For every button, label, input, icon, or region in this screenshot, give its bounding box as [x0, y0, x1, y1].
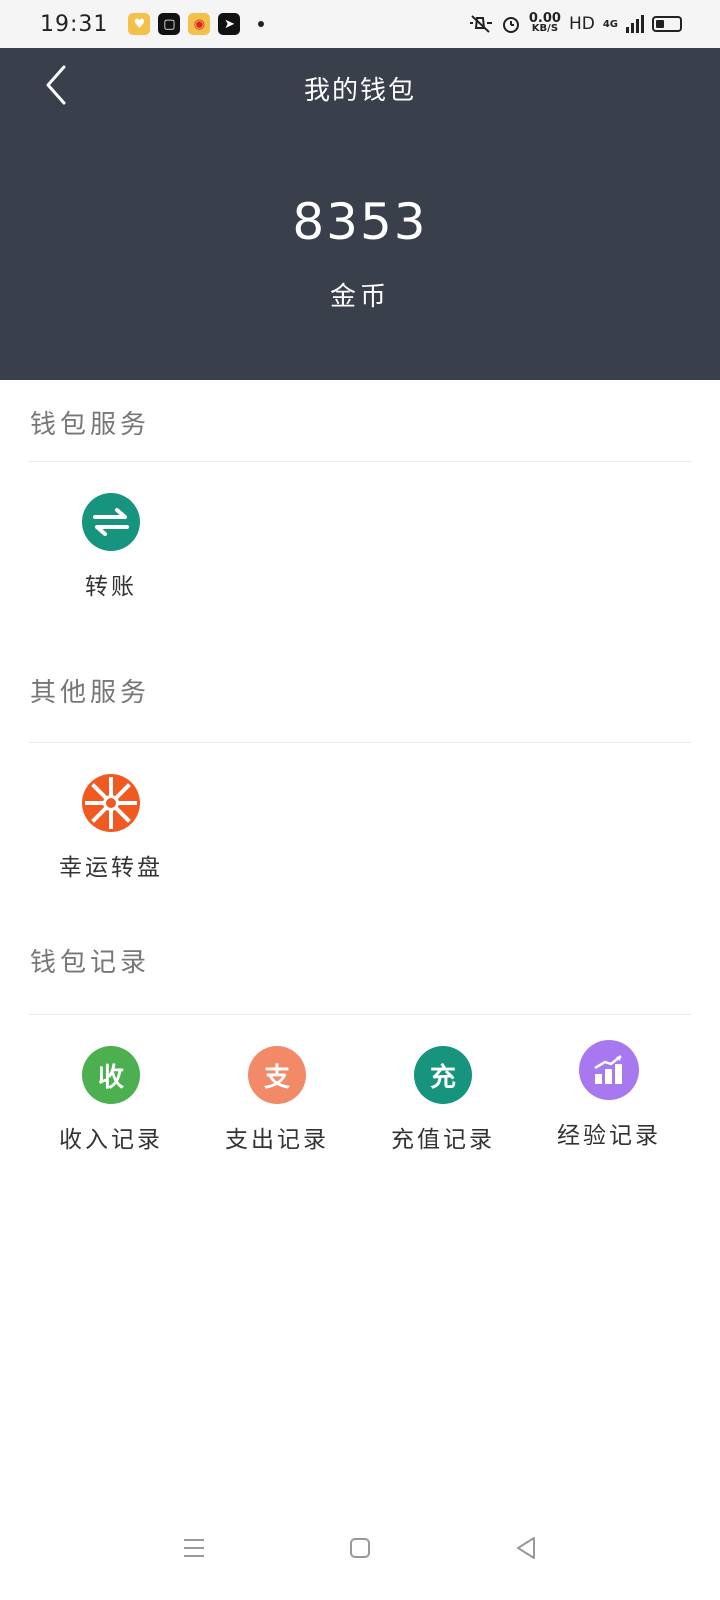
income-icon: 收 — [82, 1046, 140, 1104]
signal-label: 4G — [602, 18, 618, 30]
lucky-wheel-icon — [82, 774, 140, 832]
more-notifications-dot — [258, 21, 265, 27]
expense-records-button[interactable]: 支 支出记录 — [202, 1046, 352, 1154]
section-divider — [28, 1014, 692, 1015]
arrow-app-icon: ➤ — [218, 13, 241, 35]
heart-app-icon: ♥ — [128, 13, 151, 35]
section-title: 钱包记录 — [30, 948, 151, 978]
network-speed: 0.00 KB/S — [529, 12, 561, 34]
status-bar: 19:31 ♥ ▢ ◉ ➤ 0.00 KB/S HD 4G — [0, 0, 720, 48]
bar-chart-icon — [579, 1040, 639, 1100]
section-divider — [28, 461, 692, 462]
expense-records-label: 支出记录 — [225, 1127, 329, 1153]
back-triangle-icon — [517, 1537, 535, 1559]
status-time: 19:31 — [40, 11, 109, 37]
section-title: 其他服务 — [30, 678, 151, 708]
recharge-records-label: 充值记录 — [391, 1127, 495, 1153]
camera-app-icon: ▢ — [158, 13, 181, 35]
recharge-records-button[interactable]: 充 充值记录 — [368, 1046, 518, 1154]
menu-button[interactable] — [174, 1528, 214, 1568]
income-records-button[interactable]: 收 收入记录 — [36, 1046, 186, 1154]
income-records-label: 收入记录 — [59, 1127, 163, 1153]
section-divider — [28, 742, 692, 743]
network-speed-unit: KB/S — [531, 23, 559, 34]
transfer-button[interactable]: 转账 — [36, 493, 186, 601]
home-button[interactable] — [340, 1528, 380, 1568]
transfer-arrows-icon — [82, 493, 140, 551]
lucky-wheel-label: 幸运转盘 — [59, 855, 163, 881]
notification-icons: ♥ ▢ ◉ ➤ — [128, 13, 265, 35]
menu-icon — [184, 1539, 204, 1557]
recharge-icon: 充 — [414, 1046, 472, 1104]
wallet-services-section: 钱包服务 转账 — [0, 380, 720, 640]
wallet-header: 我的钱包 8353 金币 — [0, 48, 720, 380]
coin-balance-unit: 金币 — [329, 282, 390, 312]
transfer-label: 转账 — [85, 574, 137, 600]
battery-icon — [652, 16, 682, 32]
experience-records-label: 经验记录 — [557, 1123, 661, 1149]
coin-balance: 8353 — [292, 193, 428, 251]
system-nav-bar — [0, 1510, 720, 1600]
system-indicators: 0.00 KB/S HD 4G — [469, 12, 682, 34]
home-square-icon — [350, 1538, 370, 1558]
section-title: 钱包服务 — [30, 410, 151, 440]
alarm-icon — [502, 17, 519, 33]
page-title: 我的钱包 — [303, 76, 416, 106]
other-services-section: 其他服务 幸运转盘 — [0, 650, 720, 910]
lucky-wheel-button[interactable]: 幸运转盘 — [36, 774, 186, 882]
hd-indicator: HD — [568, 14, 595, 34]
wallet-records-section: 钱包记录 收 收入记录 支 支出记录 充 充值记录 经验记录 — [0, 920, 720, 1180]
weibo-app-icon: ◉ — [188, 13, 211, 35]
expense-icon: 支 — [248, 1046, 306, 1104]
back-nav-button[interactable] — [506, 1528, 546, 1568]
signal-bars-icon — [626, 15, 644, 33]
experience-records-button[interactable]: 经验记录 — [534, 1040, 684, 1150]
mute-icon — [469, 15, 492, 33]
